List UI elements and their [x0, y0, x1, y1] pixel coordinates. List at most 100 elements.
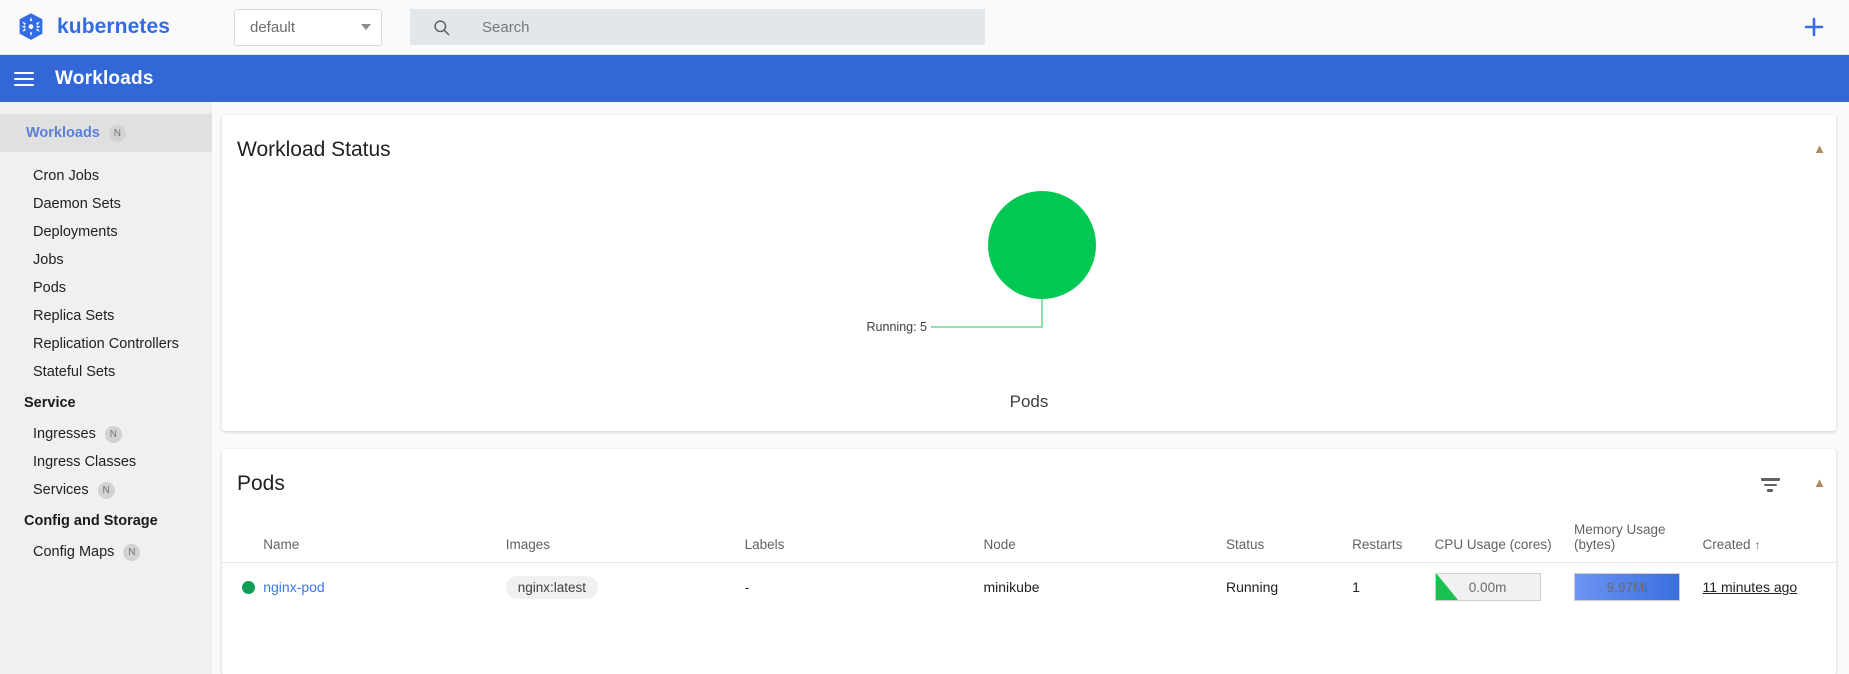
sidebar-section-config-and-storage: Config and Storage: [24, 513, 158, 529]
namespace-selector[interactable]: default: [234, 8, 382, 46]
pie-leader-line: [931, 299, 1043, 328]
sidebar-item-label: Jobs: [33, 252, 64, 268]
pie-slice-label: Running: 5: [867, 320, 928, 334]
namespaced-badge: N: [108, 124, 126, 142]
sidebar-item-label: Ingresses: [33, 426, 96, 442]
column-cpu-usage[interactable]: CPU Usage (cores): [1434, 514, 1574, 563]
sidebar-item-replica-sets[interactable]: Replica Sets: [0, 302, 212, 330]
pods-card: Pods ▲ Name Images Labels Node Status Re…: [222, 449, 1836, 674]
filter-icon[interactable]: [1758, 476, 1782, 494]
pod-image-cell: nginx:latest: [505, 563, 745, 612]
sidebar-item-label: Cron Jobs: [33, 168, 100, 184]
sidebar-item-label: Deployments: [33, 224, 118, 240]
sidebar-item-config-maps[interactable]: Config Maps N: [0, 538, 212, 566]
sidebar-item-deployments[interactable]: Deployments: [0, 218, 212, 246]
sidebar-item-replication-controllers[interactable]: Replication Controllers: [0, 330, 212, 358]
cpu-sparkline-icon: [1435, 574, 1458, 600]
search-icon: [434, 19, 450, 35]
sidebar-item-label: Replica Sets: [33, 308, 115, 324]
created-timestamp[interactable]: 11 minutes ago: [1703, 579, 1798, 595]
chevron-down-icon: [361, 24, 371, 30]
namespaced-badge: N: [123, 543, 141, 561]
search-bar[interactable]: Search: [410, 9, 985, 45]
pod-labels-cell: -: [744, 579, 750, 595]
sidebar-item-label: Workloads: [26, 125, 100, 141]
column-status-dot: [222, 514, 264, 563]
column-status[interactable]: Status: [1226, 514, 1353, 563]
brand[interactable]: kubernetes: [16, 12, 216, 42]
top-bar: kubernetes default Search: [0, 0, 1849, 55]
workload-status-title: Workload Status: [237, 138, 391, 161]
pod-name-cell: nginx-pod: [263, 563, 506, 612]
page-title: Workloads: [55, 67, 154, 89]
pod-cpu-cell: 0.00m: [1434, 563, 1574, 612]
sidebar-item-label: Pods: [33, 280, 67, 296]
plus-icon: [1804, 17, 1824, 37]
pods-table: Name Images Labels Node Status Restarts …: [222, 514, 1836, 611]
chart-caption: Pods: [1009, 392, 1049, 411]
sidebar-item-pods[interactable]: Pods: [0, 274, 212, 302]
cpu-usage-gauge[interactable]: 0.00m: [1434, 573, 1541, 601]
namespaced-badge: N: [104, 425, 122, 443]
sidebar-item-ingress-classes[interactable]: Ingress Classes: [0, 448, 212, 476]
table-row[interactable]: nginx-pod nginx:latest - minikube Running 1 0.…: [222, 563, 1836, 612]
chevron-up-icon[interactable]: ▲: [1813, 141, 1826, 156]
column-labels[interactable]: Labels: [744, 514, 984, 563]
memory-usage-value: 9.97Mi: [1606, 579, 1648, 595]
namespaced-badge: N: [97, 481, 115, 499]
sidebar-item-label: Services: [33, 482, 89, 498]
column-created-label: Created: [1702, 537, 1751, 552]
sidebar-item-services[interactable]: Services N: [0, 476, 212, 504]
page-toolbar: Workloads: [0, 55, 1849, 102]
sidebar: Workloads N Cron Jobs Daemon Sets Deployment…: [0, 102, 212, 674]
image-chip: nginx:latest: [505, 575, 599, 599]
sidebar-item-label: Daemon Sets: [33, 196, 121, 212]
workload-status-card: Workload Status ▲ Running: 5 Pods: [222, 115, 1836, 431]
namespace-value: default: [250, 18, 296, 36]
pods-table-body: nginx-pod nginx:latest - minikube Running 1 0.…: [222, 563, 1836, 612]
cpu-usage-value: 0.00m: [1468, 579, 1507, 595]
sidebar-section-service: Service: [24, 395, 76, 411]
pods-title: Pods: [237, 472, 285, 495]
kubernetes-helm-logo: [19, 13, 43, 40]
hamburger-menu-icon[interactable]: [14, 68, 34, 90]
column-name[interactable]: Name: [263, 514, 506, 563]
sort-ascending-icon: ↑: [1754, 538, 1761, 552]
sidebar-item-jobs[interactable]: Jobs: [0, 246, 212, 274]
pod-memory-cell: 9.97Mi: [1574, 563, 1703, 612]
pods-pie-chart: Running: 5: [867, 191, 1096, 334]
pod-created-cell: 11 minutes ago: [1703, 563, 1836, 612]
chevron-up-icon[interactable]: ▲: [1813, 475, 1826, 490]
sidebar-item-workloads[interactable]: Workloads N: [0, 114, 212, 152]
column-images[interactable]: Images: [505, 514, 745, 563]
column-restarts[interactable]: Restarts: [1352, 514, 1435, 563]
sidebar-item-label: Stateful Sets: [33, 364, 116, 380]
memory-usage-gauge[interactable]: 9.97Mi: [1574, 573, 1680, 601]
column-node[interactable]: Node: [983, 514, 1226, 563]
sidebar-item-label: Replication Controllers: [33, 336, 179, 352]
sidebar-item-ingresses[interactable]: Ingresses N: [0, 420, 212, 448]
pods-table-head: Name Images Labels Node Status Restarts …: [222, 514, 1836, 563]
status-dot-cell: [222, 563, 263, 612]
sidebar-item-stateful-sets[interactable]: Stateful Sets: [0, 358, 212, 386]
pie-slice-running[interactable]: [988, 191, 1096, 299]
status-dot-running-icon: [242, 580, 255, 594]
column-memory-usage[interactable]: Memory Usage (bytes): [1574, 514, 1703, 563]
sidebar-item-daemon-sets[interactable]: Daemon Sets: [0, 190, 212, 218]
brand-name: kubernetes: [57, 15, 171, 38]
pod-restarts-cell: 1: [1352, 579, 1360, 595]
column-created[interactable]: Created ↑: [1702, 514, 1836, 563]
main-content: Workload Status ▲ Running: 5 Pods Pods ▲: [212, 102, 1849, 674]
pod-name-link[interactable]: nginx-pod: [263, 579, 325, 595]
table-header-row: Name Images Labels Node Status Restarts …: [222, 514, 1836, 563]
sidebar-item-label: Ingress Classes: [33, 454, 137, 470]
add-resource-button[interactable]: [1801, 14, 1827, 40]
search-input[interactable]: Search: [482, 19, 530, 36]
sidebar-item-label: Config Maps: [33, 544, 115, 560]
sidebar-item-cron-jobs[interactable]: Cron Jobs: [0, 162, 212, 190]
workload-status-chart: Running: 5 Pods: [222, 162, 1836, 412]
pod-node-cell: minikube: [983, 579, 1040, 595]
pod-status-cell: Running: [1226, 579, 1279, 595]
body: Workloads N Cron Jobs Daemon Sets Deployment…: [0, 102, 1849, 674]
